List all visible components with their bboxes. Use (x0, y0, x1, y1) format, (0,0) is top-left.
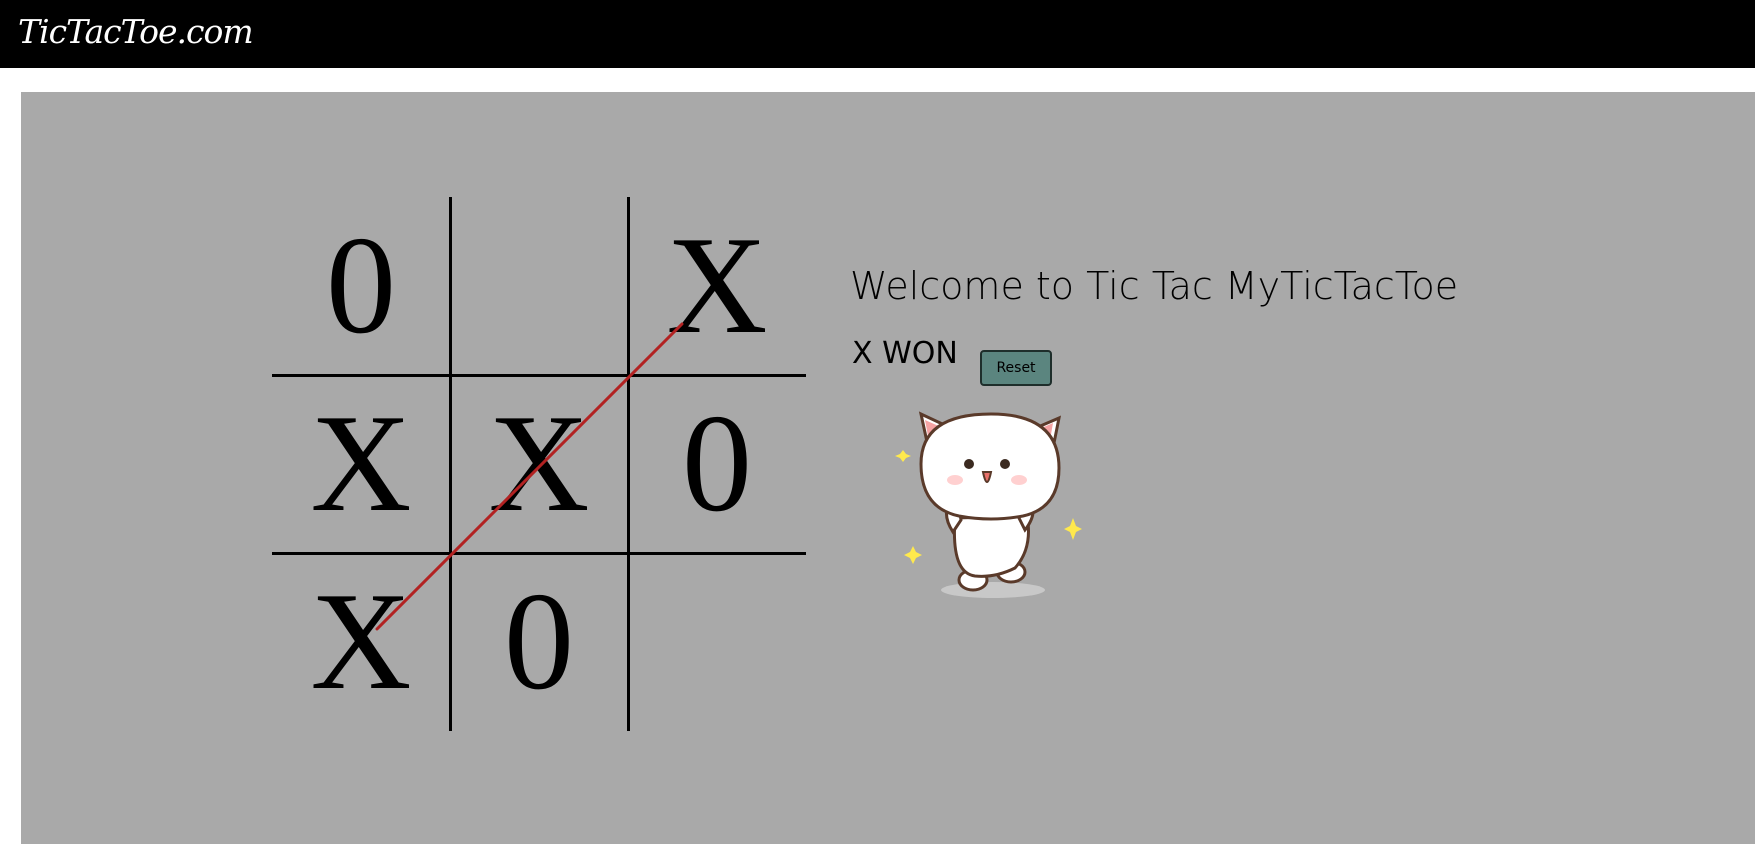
welcome-heading: Welcome to Tic Tac MyTicTacToe (850, 264, 1459, 308)
game-status: X WON (852, 336, 958, 371)
cell-mark: X (310, 386, 412, 541)
cell-mark: X (310, 564, 412, 719)
grid-line-horizontal-1 (272, 374, 806, 377)
board-cell-1-0[interactable]: X (272, 375, 450, 553)
board-cell-0-2[interactable]: X (628, 197, 806, 375)
board-cell-1-2[interactable]: 0 (628, 375, 806, 553)
board-cell-2-1[interactable]: 0 (450, 553, 628, 731)
board-cell-2-2[interactable] (628, 553, 806, 731)
celebrating-cat-icon (895, 411, 1082, 598)
board-cell-0-0[interactable]: 0 (272, 197, 450, 375)
board-cell-2-0[interactable]: X (272, 553, 450, 731)
reset-button[interactable]: Reset (980, 350, 1052, 386)
site-brand[interactable]: TicTacToe.com (18, 12, 254, 52)
game-board: 0 X X X 0 X 0 (272, 197, 806, 731)
navbar: TicTacToe.com (0, 0, 1755, 68)
game-panel: 0 X X X 0 X 0 Welcome to Tic Tac MyTicTa… (21, 92, 1755, 844)
board-cell-1-1[interactable]: X (450, 375, 628, 553)
cell-mark: X (666, 208, 768, 363)
cell-mark: X (488, 386, 590, 541)
grid-line-vertical-2 (627, 197, 630, 731)
board-cell-0-1[interactable] (450, 197, 628, 375)
grid-line-horizontal-2 (272, 552, 806, 555)
cell-mark: 0 (326, 208, 396, 363)
cell-mark: 0 (504, 564, 574, 719)
grid-line-vertical-1 (449, 197, 452, 731)
cell-mark: 0 (682, 386, 752, 541)
